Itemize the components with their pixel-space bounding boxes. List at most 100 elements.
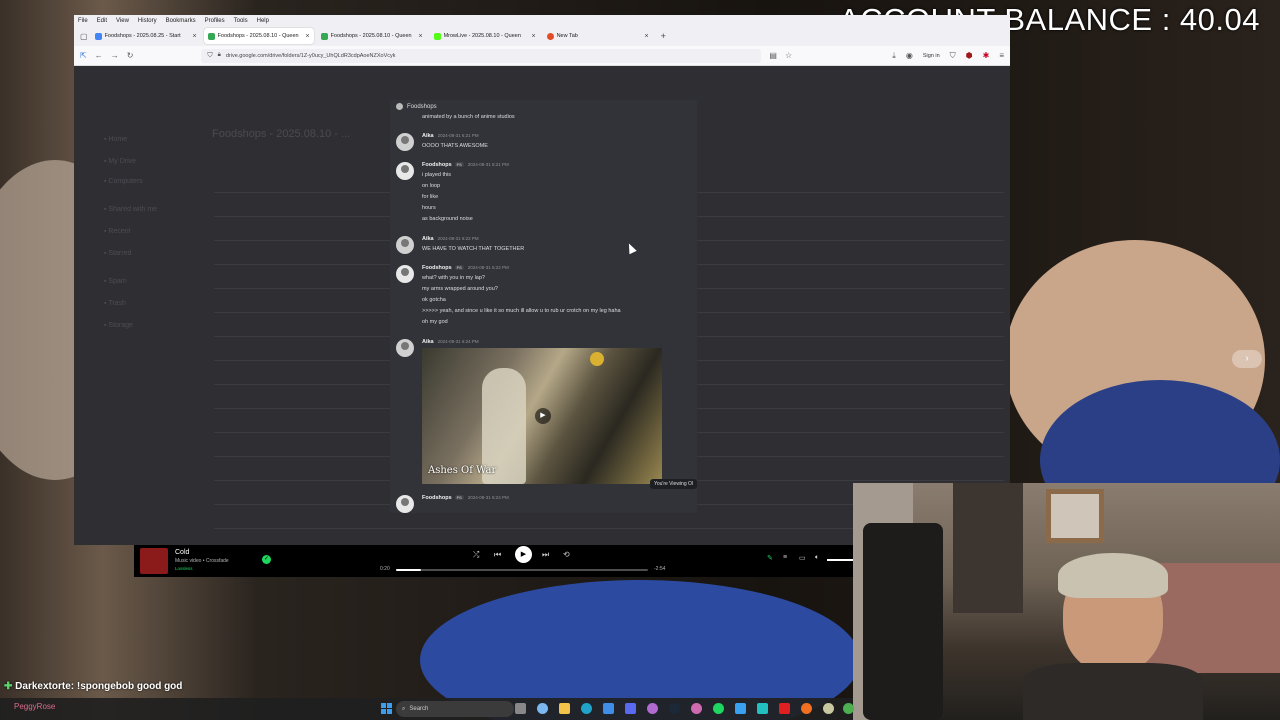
avatar[interactable] [396, 133, 414, 151]
message-text: as background noise [422, 216, 473, 222]
store-icon[interactable] [603, 703, 614, 714]
menu-edit[interactable]: Edit [97, 18, 107, 24]
drive-favicon-icon [320, 32, 328, 40]
spotify-icon[interactable] [713, 703, 724, 714]
menu-profiles[interactable]: Profiles [205, 18, 225, 24]
avatar[interactable] [396, 236, 414, 254]
webcam-shelf [953, 483, 1023, 613]
repeat-icon[interactable]: ⟲ [563, 550, 570, 559]
steam-icon[interactable] [669, 703, 680, 714]
menu-bookmarks[interactable]: Bookmarks [166, 18, 196, 24]
volume-slider[interactable] [827, 559, 854, 561]
back-arrow-icon[interactable]: ← [95, 51, 103, 60]
author-name[interactable]: Aika [422, 236, 434, 242]
sign-in-button[interactable]: Sign in [923, 53, 940, 59]
author-name[interactable]: Aika [422, 133, 434, 139]
menu-tools[interactable]: Tools [234, 18, 248, 24]
shield-extension-icon[interactable]: ⛉ [950, 51, 956, 61]
previous-track-icon[interactable]: ⏮ [494, 550, 501, 560]
avatar[interactable] [396, 339, 414, 357]
album-art[interactable] [140, 548, 168, 574]
author-name[interactable]: Aika [422, 339, 434, 345]
reload-icon[interactable]: ↻ [127, 51, 134, 60]
forward-arrow-icon[interactable]: → [111, 51, 119, 60]
close-tab-icon[interactable]: × [305, 33, 309, 40]
author-name[interactable]: Foodshops [422, 495, 452, 501]
menu-file[interactable]: File [78, 18, 88, 24]
chrome-icon[interactable] [843, 703, 854, 714]
firefox-icon[interactable] [801, 703, 812, 714]
tab-foodshops-queen-active[interactable]: Foodshops - 2025.08.10 - Queen × [203, 28, 314, 44]
youtube-icon[interactable] [779, 703, 790, 714]
avatar[interactable] [396, 495, 414, 513]
app-icon[interactable] [735, 703, 746, 714]
video-embed-thumbnail[interactable]: ▶ Ashes Of War [422, 348, 662, 484]
playback-progress-bar[interactable] [396, 569, 648, 571]
message-author[interactable]: Aika 2024-08-31 6:24 PM [422, 339, 479, 345]
app-icon[interactable] [625, 703, 636, 714]
message-author[interactable]: Aika 2024-08-31 6:21 PM [422, 133, 479, 139]
close-tab-icon[interactable]: × [644, 33, 648, 40]
tab-foodshops-start[interactable]: Foodshops - 2025.08.25 - Start × [91, 28, 201, 44]
play-button[interactable]: ▶ [515, 546, 532, 563]
devices-icon[interactable]: ▭ [799, 554, 806, 562]
reader-view-icon[interactable]: ▤ [769, 51, 777, 60]
edge-icon[interactable] [581, 703, 592, 714]
queue-icon[interactable]: ≡ [783, 554, 787, 561]
drive-nav-item: ▪ Computers [104, 178, 143, 185]
tab-foodshops-queen[interactable]: Foodshops - 2025.08.10 - Queen × [317, 28, 427, 44]
message-text: my arms wrapped around you? [422, 286, 498, 292]
tab-new-tab[interactable]: New Tab × [543, 28, 653, 44]
url-bar[interactable]: ⛉ 🔒︎ drive.google.com/drive/folders/1Z-y… [201, 48, 762, 63]
author-name[interactable]: Foodshops [422, 162, 452, 168]
message-author[interactable]: Foodshops FS 2024-08-31 6:21 PM [422, 162, 509, 168]
shield-icon[interactable]: ⛉ [207, 52, 212, 60]
drive-nav-item: ▪ Trash [104, 300, 126, 307]
extension-alert-icon[interactable]: ✱ [983, 51, 990, 60]
lock-icon[interactable]: 🔒︎ [218, 52, 221, 59]
message-author[interactable]: Aika 2024-08-31 6:22 PM [422, 236, 479, 242]
avatar[interactable] [396, 162, 414, 180]
message-author[interactable]: Foodshops FS 2024-08-31 6:22 PM [422, 265, 509, 271]
windows-start-icon[interactable] [381, 703, 392, 714]
download-icon[interactable]: ⤓ [892, 51, 896, 61]
author-name[interactable]: Foodshops [422, 265, 452, 271]
close-tab-icon[interactable]: × [531, 33, 535, 40]
close-tab-icon[interactable]: × [418, 33, 422, 40]
app-icon[interactable] [691, 703, 702, 714]
app-icon[interactable] [823, 703, 834, 714]
task-view-icon[interactable] [515, 703, 526, 714]
next-track-icon[interactable]: ⏭ [542, 550, 549, 560]
ublock-icon[interactable]: ⬢ [966, 51, 973, 60]
drive-nav-item: ▪ Starred [104, 250, 132, 257]
hamburger-menu-icon[interactable]: ≡ [999, 51, 1004, 60]
liked-check-icon[interactable]: ✓ [262, 555, 271, 564]
sidebar-toggle-icon[interactable]: ▢ [80, 32, 88, 41]
shuffle-icon[interactable]: ⤮ [473, 550, 479, 560]
taskbar-search-box[interactable]: ⌕ Search [396, 701, 514, 717]
lyrics-pen-icon[interactable]: ✎ [767, 554, 773, 562]
copilot-icon[interactable] [537, 703, 548, 714]
app-icon[interactable] [757, 703, 768, 714]
bookmark-star-icon[interactable]: ☆ [785, 51, 792, 60]
avatar[interactable] [396, 265, 414, 283]
menu-history[interactable]: History [138, 18, 157, 24]
play-video-icon[interactable]: ▶ [535, 408, 551, 424]
url-text[interactable]: drive.google.com/drive/folders/1Z-y0ucy_… [226, 53, 396, 59]
chat-username[interactable]: Darkextorte [15, 681, 71, 692]
drive-title-dimmed: Foodshops - 2025.08.10 - ... [212, 128, 351, 140]
message-author[interactable]: Foodshops FS 2024-08-31 6:24 PM [422, 495, 509, 501]
account-icon[interactable]: ◉ [906, 51, 913, 60]
extension-icon[interactable]: ⇱ [80, 51, 87, 60]
menu-help[interactable]: Help [257, 18, 269, 24]
file-explorer-icon[interactable] [559, 703, 570, 714]
close-tab-icon[interactable]: × [192, 33, 196, 40]
track-title[interactable]: Cold [175, 549, 189, 556]
menu-view[interactable]: View [116, 18, 129, 24]
new-tab-plus-icon[interactable]: + [656, 31, 671, 41]
volume-icon[interactable]: 🔈︎ [815, 554, 819, 562]
carousel-next-icon[interactable]: › [1232, 350, 1262, 368]
tab-mrowlive[interactable]: MrowLive - 2025.08.10 - Queen × [430, 28, 540, 44]
viewing-older-messages-notice[interactable]: You're Viewing Ol [649, 479, 697, 489]
app-icon[interactable] [647, 703, 658, 714]
